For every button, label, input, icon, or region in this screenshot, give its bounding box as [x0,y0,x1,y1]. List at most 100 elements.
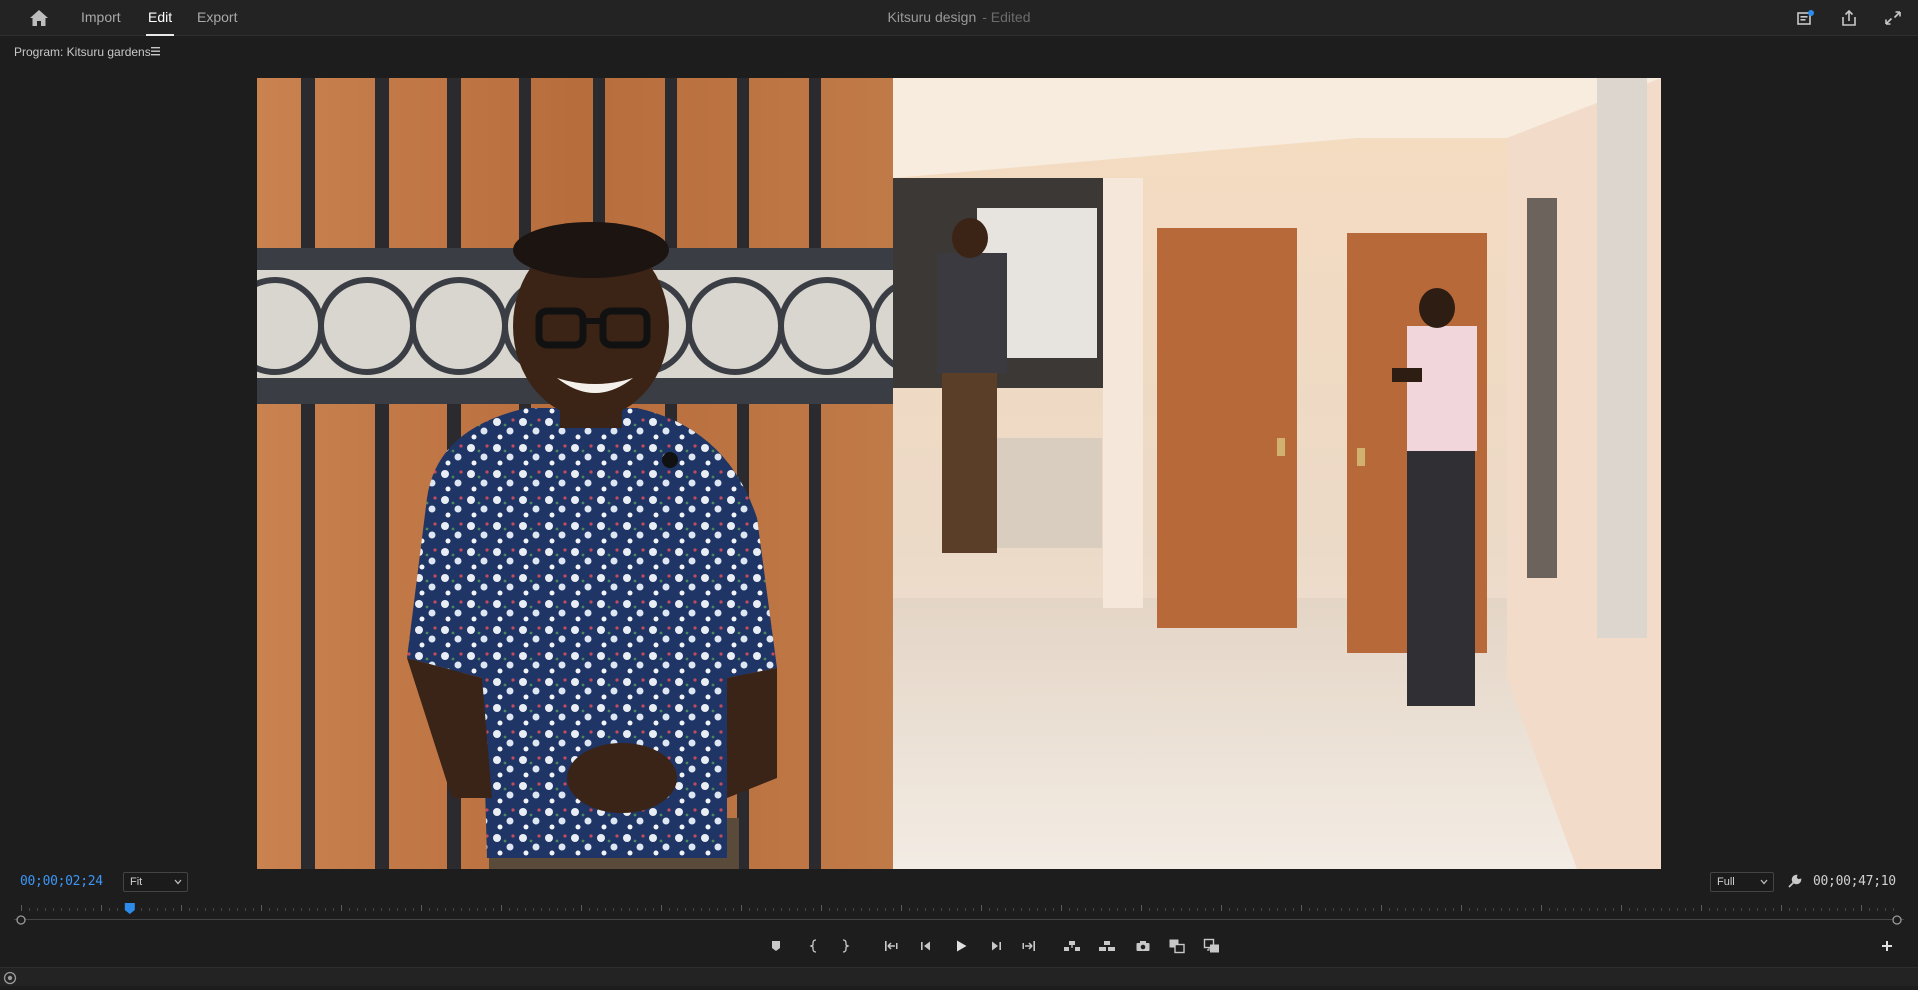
ruler-tick [725,908,726,911]
tab-edit[interactable]: Edit [145,0,175,36]
play-icon[interactable] [950,936,972,956]
ruler-tick [389,908,390,911]
comparison-view-icon[interactable] [1166,936,1188,956]
hamburger-menu-icon[interactable] [149,44,163,58]
transport-controls [0,930,1918,962]
ruler-tick [205,908,206,911]
program-monitor-header: Program: Kitsuru gardens [0,37,1918,67]
ruler-tick [253,908,254,911]
video-frame [257,78,1661,869]
ruler-tick [1805,908,1806,911]
tab-import[interactable]: Import [81,0,121,36]
ruler-tick [645,908,646,911]
ruler-tick [173,908,174,911]
wrench-icon[interactable] [1787,873,1803,889]
step-forward-icon[interactable] [985,936,1007,956]
quick-export-icon[interactable] [1794,8,1816,28]
ruler-tick [1765,908,1766,911]
ruler-tick [1389,908,1390,911]
ruler-tick [701,908,702,911]
ruler-tick [621,908,622,911]
fullscreen-icon[interactable] [1882,8,1904,28]
ruler-tick [397,908,398,911]
ruler-tick [941,908,942,911]
ruler-tick [1893,908,1894,911]
camera-icon[interactable] [1132,936,1154,956]
ruler-tick [1701,905,1702,911]
ruler-tick [1149,908,1150,911]
ruler-tick [229,908,230,911]
ruler-tick [477,908,478,911]
current-timecode[interactable]: 00;00;02;24 [20,874,103,889]
ruler-tick [1269,908,1270,911]
ruler-tick [61,908,62,911]
extract-icon[interactable] [1096,936,1118,956]
ruler-tick [1053,908,1054,911]
go-to-out-icon[interactable] [1018,936,1040,956]
ruler-tick [1877,908,1878,911]
ruler-tick [853,908,854,911]
ruler-tick [1285,908,1286,911]
ruler-tick [1181,908,1182,911]
ruler-tick [1429,908,1430,911]
out-point-handle[interactable] [1892,915,1902,925]
ruler-tick [1381,905,1382,911]
playhead[interactable] [124,903,135,914]
share-icon[interactable] [1838,8,1860,28]
ruler-tick [773,908,774,911]
ruler-tick [1373,908,1374,911]
step-back-icon[interactable] [915,936,937,956]
ruler-tick [1821,908,1822,911]
ruler-tick [1813,908,1814,911]
ruler-tick [1141,905,1142,911]
ruler-tick [1541,905,1542,911]
ruler-tick [1717,908,1718,911]
ruler-tick [1093,908,1094,911]
ruler-tick [1317,908,1318,911]
ruler-tick [37,908,38,911]
ruler-tick [325,908,326,911]
ruler-tick [1413,908,1414,911]
add-marker-icon[interactable] [765,936,787,956]
ruler-tick [29,908,30,911]
chevron-down-icon [1760,879,1768,885]
ruler-tick [861,908,862,911]
in-point-handle[interactable] [16,915,26,925]
ruler-tick [1165,908,1166,911]
proxy-toggle-icon[interactable] [1201,936,1223,956]
ruler-tick [573,908,574,911]
program-monitor-video[interactable] [257,78,1661,869]
ruler-tick [85,908,86,911]
ruler-tick [1885,908,1886,911]
resolution-select[interactable]: Full [1710,872,1774,892]
project-name: Kitsuru design [887,9,977,25]
ruler-tick [1509,908,1510,911]
mark-out-icon[interactable] [834,936,856,956]
ruler-tick [1261,908,1262,911]
ruler-tick [237,908,238,911]
time-ruler[interactable] [14,900,1904,926]
ruler-tick [1837,908,1838,911]
ruler-tick [909,908,910,911]
go-to-in-icon[interactable] [880,936,902,956]
plus-icon[interactable] [1879,938,1895,954]
tab-export[interactable]: Export [197,0,237,36]
ruler-tick [925,908,926,911]
ruler-tick [781,908,782,911]
ruler-tick [261,905,262,911]
mark-in-icon[interactable] [803,936,825,956]
home-icon[interactable] [28,8,50,28]
ruler-tick [317,908,318,911]
ruler-tick [1749,908,1750,911]
ruler-tick [1325,908,1326,911]
ruler-tick [1021,908,1022,911]
ruler-tick [1277,908,1278,911]
ruler-tick [45,908,46,911]
render-status-icon[interactable] [3,971,17,985]
zoom-select[interactable]: Fit [123,872,188,892]
ruler-tick [213,908,214,911]
ruler-tick [1349,908,1350,911]
ruler-tick [1525,908,1526,911]
ruler-tick [1069,908,1070,911]
lift-icon[interactable] [1061,936,1083,956]
